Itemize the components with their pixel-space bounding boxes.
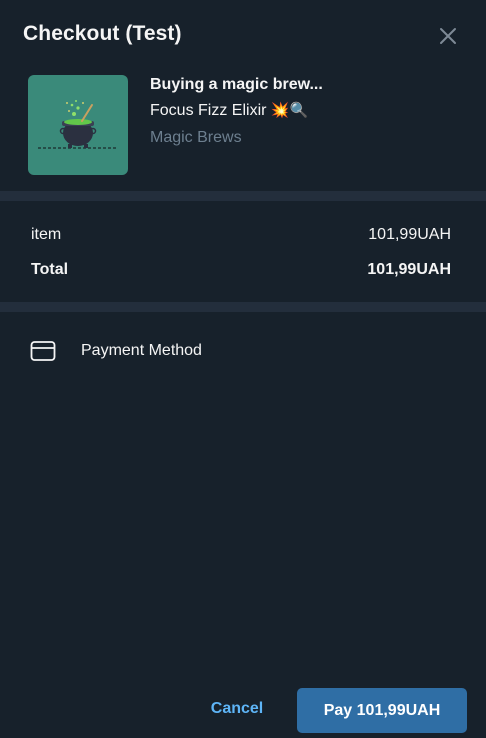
product-description-text: Focus Fizz Elixir xyxy=(150,102,267,119)
product-thumbnail xyxy=(28,75,128,175)
close-button[interactable] xyxy=(436,24,460,48)
pay-button[interactable]: Pay 101,99UAH xyxy=(297,688,467,733)
product-description-emoji: 💥🔍 xyxy=(270,101,309,119)
product-description: Focus Fizz Elixir 💥🔍 xyxy=(150,101,308,120)
product-title: Buying a magic brew... xyxy=(150,76,323,93)
section-divider xyxy=(0,191,486,201)
total-label: Total xyxy=(31,261,69,278)
price-label: item xyxy=(31,226,62,243)
product-summary: Buying a magic brew... Focus Fizz Elixir… xyxy=(0,70,486,191)
payment-method-label: Payment Method xyxy=(81,342,202,359)
price-value: 101,99UAH xyxy=(368,226,451,243)
total-value: 101,99UAH xyxy=(367,261,451,278)
credit-card-icon xyxy=(30,341,56,361)
cancel-button[interactable]: Cancel xyxy=(196,688,278,732)
cauldron-icon xyxy=(38,100,118,149)
shop-name: Magic Brews xyxy=(150,129,242,146)
checkout-header: Checkout (Test) xyxy=(0,0,486,70)
payment-method-button[interactable]: Payment Method xyxy=(0,322,486,380)
close-icon xyxy=(440,28,456,44)
page-title: Checkout (Test) xyxy=(23,22,182,45)
section-divider xyxy=(0,302,486,312)
